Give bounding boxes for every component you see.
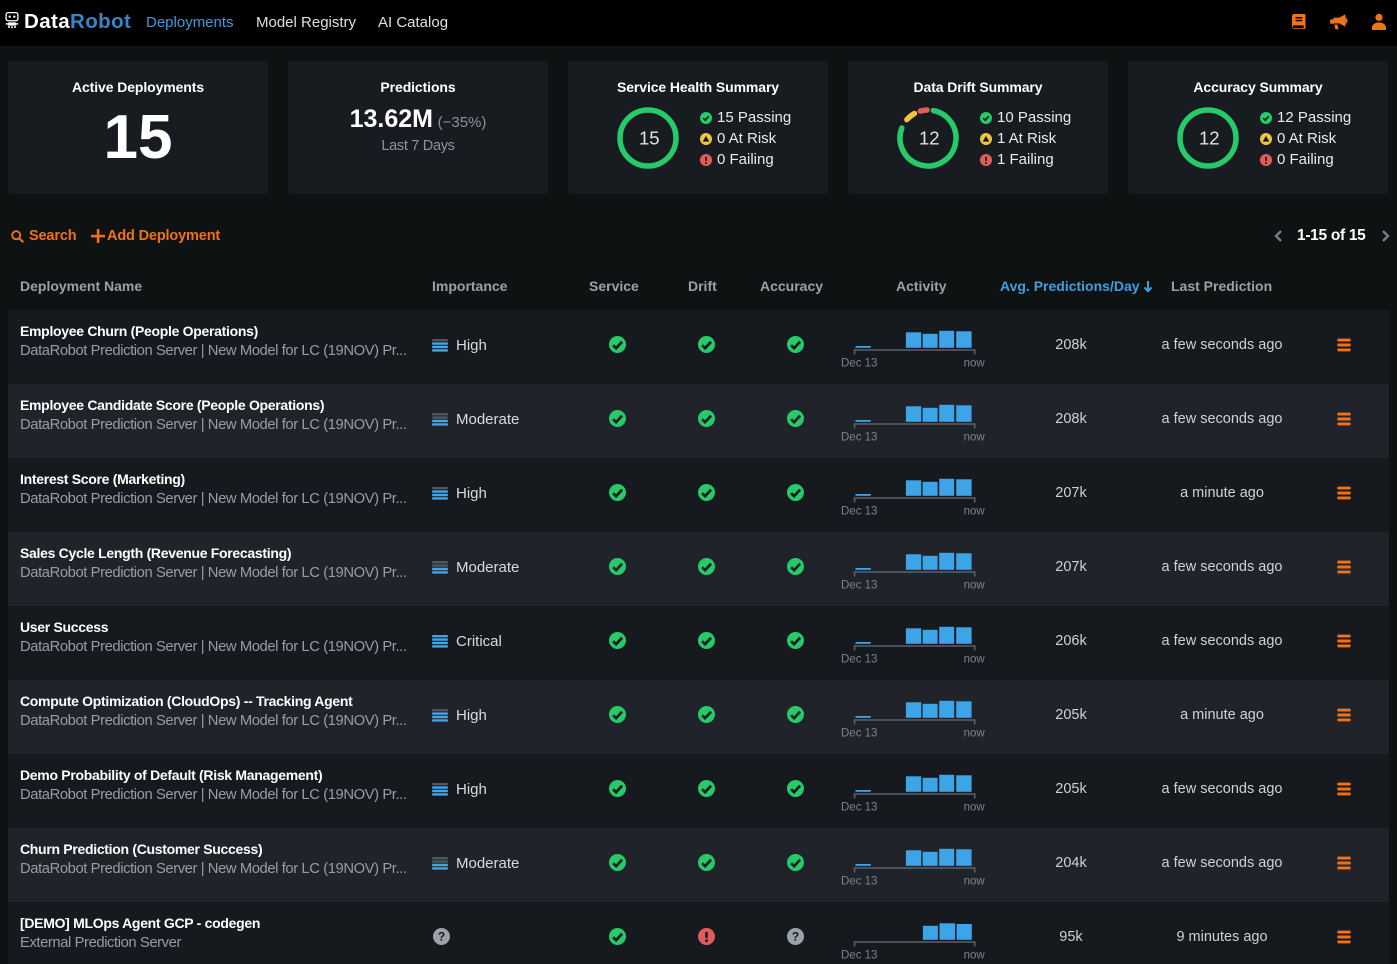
svg-text:Dec 13: Dec 13 (841, 654, 877, 666)
svg-text:Dec 13: Dec 13 (841, 802, 877, 814)
svg-text:Dec 13: Dec 13 (841, 728, 877, 740)
svg-text:now: now (964, 802, 986, 814)
svg-text:15: 15 (639, 127, 660, 148)
svg-text:now: now (964, 432, 986, 444)
svg-text:?: ? (437, 930, 444, 944)
svg-text:now: now (964, 358, 986, 370)
svg-text:Dec 13: Dec 13 (841, 950, 877, 962)
svg-text:12: 12 (919, 127, 940, 148)
svg-text:Dec 13: Dec 13 (841, 506, 877, 518)
svg-text:now: now (964, 728, 986, 740)
svg-text:Dec 13: Dec 13 (841, 876, 877, 888)
svg-text:Dec 13: Dec 13 (841, 432, 877, 444)
svg-text:Dec 13: Dec 13 (841, 358, 877, 370)
svg-text:now: now (964, 580, 986, 592)
svg-text:Dec 13: Dec 13 (841, 580, 877, 592)
svg-text:12: 12 (1199, 127, 1220, 148)
svg-text:now: now (964, 654, 986, 666)
svg-text:now: now (964, 876, 986, 888)
svg-text:?: ? (791, 930, 798, 944)
svg-text:now: now (964, 506, 986, 518)
svg-text:now: now (964, 950, 986, 962)
